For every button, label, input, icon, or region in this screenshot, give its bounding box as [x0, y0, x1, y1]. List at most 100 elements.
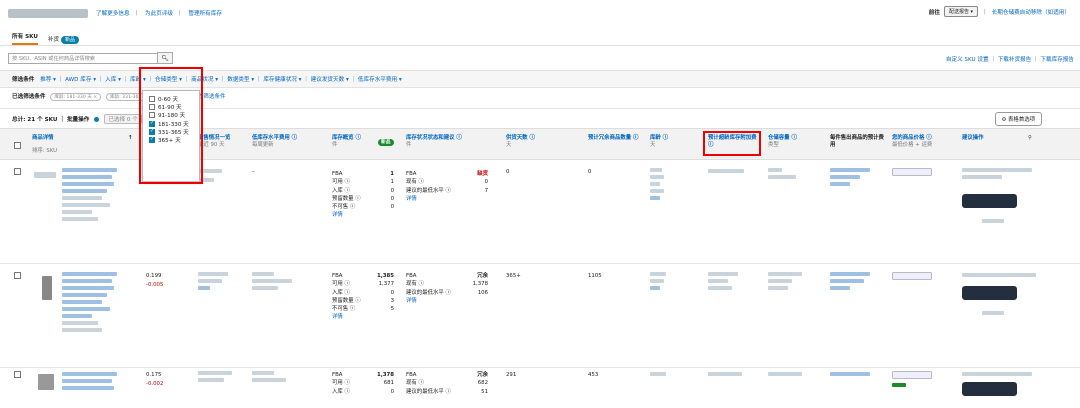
product-details-blurred[interactable] — [62, 272, 122, 335]
highlight-box — [703, 131, 761, 156]
line-label: 建议的最低水平 ⓘ — [406, 388, 451, 395]
search-button[interactable]: 🔍︎ — [157, 52, 173, 64]
price-blurred[interactable] — [892, 168, 932, 180]
overview-line: 可用 ⓘ 681 — [332, 379, 394, 387]
goto-select-value: 配送报告 — [948, 9, 969, 15]
search-input[interactable]: 按 SKU、ASIN 或任何商品详情搜索 — [8, 53, 158, 64]
status-line: 现有 ⓘ 1,378 — [406, 280, 488, 288]
line-label: FBA — [332, 372, 343, 378]
filter-icon[interactable]: ⚲ — [1028, 135, 1032, 142]
product-image — [42, 276, 52, 304]
col-details[interactable]: 商品详情排序: SKU — [32, 135, 57, 155]
line-value: 5 — [390, 306, 394, 313]
col-excess-label: 预计冗余商品数量 ⓘ — [588, 135, 639, 141]
line-value: 0 — [390, 195, 394, 202]
col-lowfee-label: 低库存水平费用 ⓘ — [252, 135, 298, 141]
col-fee[interactable]: 每件售出商品的预计费用 — [830, 135, 885, 149]
ltsf-blurred — [708, 272, 738, 293]
table-preferences-button[interactable]: ⚙ 表格首选项 — [994, 112, 1042, 126]
line-value: 7 — [484, 187, 488, 194]
action-link-blurred[interactable] — [982, 218, 1004, 227]
sort-arrow-icon[interactable]: ↑ — [128, 135, 133, 142]
row-checkbox[interactable] — [14, 168, 21, 175]
line-label: 入库 ⓘ — [332, 289, 350, 296]
line-value: 681 — [383, 380, 394, 387]
col-status[interactable]: 库存状况状态和建议 ⓘ 件 — [406, 135, 462, 149]
action-button[interactable] — [962, 194, 1017, 208]
lowfee-blurred — [252, 272, 292, 293]
line-value: 0 — [390, 289, 394, 296]
status-list: FBA 缺货 现有 ⓘ 0 建议的最低水平 ⓘ 7 详情 — [406, 170, 488, 203]
col-status-label: 库存状况状态和建议 ⓘ — [406, 135, 462, 141]
col-supply[interactable]: 供货天数 ⓘ 天 — [506, 135, 535, 149]
overview-line[interactable]: 详情 — [332, 211, 394, 219]
top-bar: 了解更多信息｜ 为此页评级｜ 管理所有库存 — [8, 6, 226, 20]
status-list: FBA 冗余 现有 ⓘ 1,378 建议的最低水平 ⓘ 106 详情 — [406, 272, 488, 305]
sales-delta: -0.002 — [146, 381, 164, 387]
line-label: 建议的最低水平 ⓘ — [406, 187, 451, 194]
line-label: 可用 ⓘ — [332, 380, 350, 387]
supply-days: 291 — [506, 372, 517, 378]
row-checkbox[interactable] — [14, 272, 21, 279]
excess-units: 0 — [588, 169, 592, 175]
action-link-blurred[interactable] — [982, 310, 1004, 319]
col-age[interactable]: 库龄 ⓘ 天 — [650, 135, 668, 149]
status-line[interactable]: 详情 — [406, 195, 488, 203]
learn-more-link[interactable]: 了解更多信息 — [96, 11, 130, 17]
applied-label: 已选筛选条件 — [12, 94, 46, 100]
sales-chart-blurred — [198, 371, 232, 385]
product-image — [34, 172, 56, 182]
col-supply-sub: 天 — [506, 142, 512, 148]
filter-chip[interactable]: 库龄: 181-330 天 × — [50, 93, 102, 101]
col-lowfee[interactable]: 低库存水平费用 ⓘ 每周更新 — [252, 135, 297, 149]
manage-inventory-link[interactable]: 管理所有库存 — [188, 11, 222, 17]
overview-line[interactable]: 详情 — [332, 313, 394, 321]
col-price-label: 您的商品价格 ⓘ — [892, 135, 932, 141]
tab-bar: 所有 SKU 补货 新品 — [12, 32, 79, 45]
tab-divider — [0, 45, 1080, 46]
line-label: 详情 — [332, 314, 343, 321]
col-details-sub: 排序: SKU — [32, 148, 58, 154]
col-storage[interactable]: 仓储容量 ⓘ 类型 — [768, 135, 797, 149]
tab-all-sku[interactable]: 所有 SKU — [12, 32, 38, 45]
overview-line: FBA 1 — [332, 170, 394, 178]
action-button[interactable] — [962, 286, 1017, 300]
excess-units: 1105 — [588, 273, 602, 279]
overview-list: FBA 1 可用 ⓘ 1 入库 ⓘ 0 预留数量 ⓘ 0 不可售 ⓘ 0 详情 — [332, 170, 394, 220]
select-all-checkbox[interactable] — [14, 142, 21, 149]
price-blurred[interactable] — [892, 272, 932, 284]
overview-line: 入库 ⓘ 0 — [332, 187, 394, 195]
status-line: FBA 冗余 — [406, 371, 488, 379]
selected-count-button[interactable]: 已选择 0 个 — [104, 114, 142, 124]
line-value: 1 — [390, 171, 394, 177]
row-checkbox[interactable] — [14, 371, 21, 378]
report-links[interactable]: 自定义 SKU 设置 ｜ 下载补货报告 ｜ 下载库存报告 — [946, 55, 1074, 63]
col-price[interactable]: 您的商品价格 ⓘ 最低价格 + 运费 — [892, 135, 932, 149]
line-label: FBA — [406, 372, 417, 378]
ltsf-removal-link[interactable]: 长期仓储费自动移除（如适用） — [992, 8, 1070, 16]
status-line: 现有 ⓘ 0 — [406, 178, 488, 186]
line-label: 不可售 ⓘ — [332, 306, 356, 313]
product-details-blurred[interactable] — [62, 372, 122, 393]
line-value: 682 — [477, 380, 488, 387]
supply-days: 0 — [506, 169, 510, 175]
product-details-blurred[interactable] — [62, 168, 122, 224]
tab-replenish[interactable]: 补货 新品 — [48, 35, 79, 44]
filter-options[interactable]: 推荐 ▾ ｜ AWD 库存 ▾ ｜ 入库 ▾ ｜ 库龄 ▾ ｜ 仓储类型 ▾ ｜… — [40, 77, 402, 83]
col-action[interactable]: 建议操作 — [962, 135, 984, 142]
col-overview[interactable]: 库存概览 ⓘ 件 — [332, 135, 361, 149]
action-button[interactable] — [962, 382, 1017, 396]
goto-select[interactable]: 配送报告 ▾ — [943, 6, 979, 17]
overview-list: FBA 1,378 可用 ⓘ 681 入库 ⓘ 0 — [332, 371, 394, 396]
status-line[interactable]: 详情 — [406, 297, 488, 305]
rate-page-link[interactable]: 为此页评级 — [145, 11, 173, 17]
price-blurred[interactable] — [892, 371, 932, 390]
totals-text: 总计: 21 个 SKU ｜ 批量操作 — [12, 117, 90, 123]
top-links: 了解更多信息｜ 为此页评级｜ 管理所有库存 — [96, 11, 222, 17]
col-overview-sub: 件 — [332, 142, 338, 148]
fee-blurred — [830, 168, 870, 189]
col-excess[interactable]: 预计冗余商品数量 ⓘ — [588, 135, 643, 142]
col-supply-label: 供货天数 ⓘ — [506, 135, 535, 141]
col-details-label: 商品详情 — [32, 135, 54, 141]
line-label: 详情 — [406, 195, 417, 202]
